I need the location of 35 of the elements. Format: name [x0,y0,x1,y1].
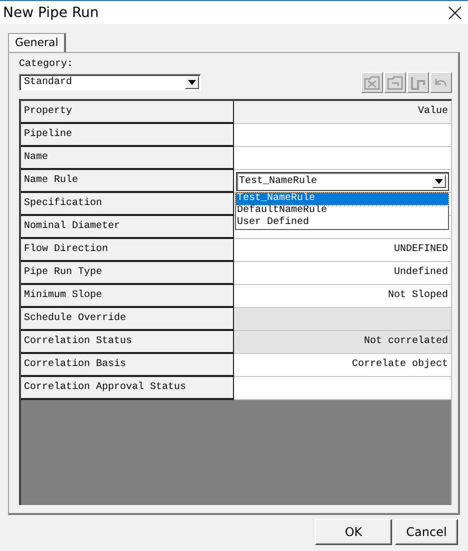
folder-icon [387,76,403,90]
dropdown-option[interactable]: DefaultNameRule [236,205,448,217]
category-dropdown[interactable]: Standard [19,74,201,91]
property-cell: Minimum Slope [21,285,234,308]
cancel-button[interactable]: Cancel [395,519,458,545]
dropdown-option[interactable]: Test_NameRule [236,193,448,205]
column-header: Property [21,101,234,124]
dropdown-option[interactable]: User Defined [236,217,448,229]
tab[interactable]: General [8,33,66,52]
property-cell: Specification [21,193,234,216]
property-cell: Correlation Approval Status [21,377,234,400]
value-cell: Not Sloped [234,285,451,308]
window-title: New Pipe Run [3,4,99,20]
name-rule-dropdown[interactable]: Test_NameRule [236,172,449,191]
dropdown-arrow-icon [435,179,443,184]
property-cell: Pipe Run Type [21,262,234,285]
property-cell: Correlation Basis [21,354,234,377]
property-cell: Correlation Status [21,331,234,354]
category-label: Category: [19,59,74,71]
value-cell: UNDEFINED [234,239,451,262]
property-cell: Flow Direction [21,239,234,262]
close-icon[interactable] [448,6,462,20]
dropdown-arrow-icon [188,80,196,85]
value-cell: Undefined [234,262,451,285]
property-cell: Schedule Override [21,308,234,331]
property-cell: Nominal Diameter [21,216,234,239]
pipe-icon [410,76,426,90]
value-cell: Correlate object [234,354,451,377]
property-cell: Name Rule [21,170,234,193]
property-cell: Name [21,147,234,170]
undo-icon [434,76,448,88]
ok-button[interactable]: OK [315,519,392,545]
property-cell: Pipeline [21,124,234,147]
folder-cross-icon [364,76,380,90]
value-cell: Not correlated [234,331,451,354]
